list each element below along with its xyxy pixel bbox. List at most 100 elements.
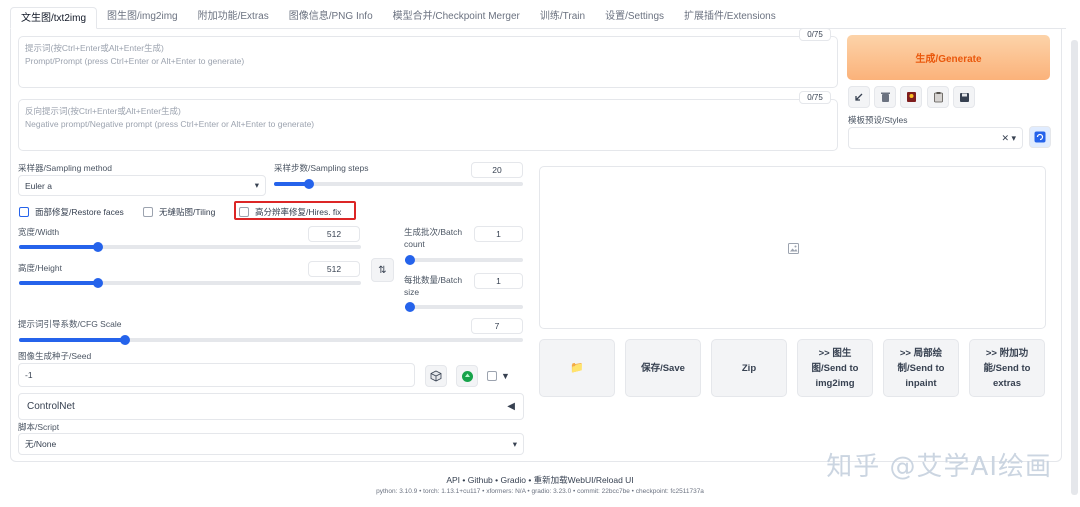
label-line: 图/Send to [811, 362, 859, 374]
open-folder-button[interactable]: 📁 [539, 339, 615, 397]
width-input[interactable]: 512 [308, 226, 360, 242]
watermark: 知乎 @艾学AI绘画 [826, 452, 1052, 482]
send-to-inpaint-label: >> 局部绘 制/Send to inpaint [898, 346, 945, 391]
extra-networks-button[interactable] [900, 86, 922, 108]
negative-prompt-input[interactable]: 反向提示词(按Ctrl+Enter或Alt+Enter生成) Negative … [18, 99, 838, 151]
tab-checkpoint-merger[interactable]: 模型合并/Checkpoint Merger [383, 6, 530, 28]
label-line: >> 附加功 [985, 347, 1029, 359]
seed-value: -1 [25, 370, 33, 380]
checkbox-box[interactable] [19, 207, 29, 217]
prompt-input[interactable]: 提示词(按Ctrl+Enter或Alt+Enter生成) Prompt/Prom… [18, 36, 838, 88]
cfg-slider-thumb[interactable] [119, 335, 130, 345]
read-params-button[interactable] [848, 86, 870, 108]
label-line: img2img [815, 377, 855, 389]
width-slider-thumb[interactable] [92, 242, 103, 252]
save-icon [959, 92, 969, 102]
tiling-label: 无缝贴图/Tiling [159, 207, 216, 217]
main-tabs: 文生图/txt2img 图生图/img2img 附加功能/Extras 图像信息… [10, 6, 1066, 29]
image-placeholder-icon [788, 243, 799, 254]
steps-slider[interactable] [274, 179, 523, 189]
tab-train[interactable]: 训练/Train [530, 6, 595, 28]
swap-dimensions-button[interactable]: ⇅ [371, 258, 394, 282]
height-slider-thumb[interactable] [92, 278, 103, 288]
cfg-slider[interactable] [19, 335, 523, 345]
collapse-arrow-icon: ◀ [507, 401, 515, 412]
width-slider-fill [19, 245, 98, 249]
label-line: 能/Send to [983, 362, 1031, 374]
save-image-button[interactable]: 保存/Save [625, 339, 701, 397]
negative-prompt-placeholder-2: Negative prompt/Negative prompt (press C… [25, 119, 315, 129]
height-input[interactable]: 512 [308, 261, 360, 277]
send-to-extras-button[interactable]: >> 附加功 能/Send to extras [969, 339, 1045, 397]
batch-size-slider[interactable] [405, 302, 523, 312]
controlnet-label: ControlNet [27, 401, 75, 412]
output-gallery [539, 166, 1046, 329]
height-slider[interactable] [19, 278, 361, 288]
card-icon [906, 92, 916, 102]
checkbox-box[interactable] [487, 371, 497, 381]
batch-count-slider-thumb[interactable] [405, 255, 415, 265]
sampler-select[interactable]: Euler a ▾ [18, 175, 266, 196]
random-seed-button[interactable] [425, 365, 447, 387]
negative-prompt-placeholder-1: 反向提示词(按Ctrl+Enter或Alt+Enter生成) [25, 106, 181, 116]
label-line: inpaint [905, 377, 937, 389]
cfg-slider-fill [19, 338, 125, 342]
styles-controls: ✕ ▾ [1001, 132, 1016, 143]
tab-settings[interactable]: 设置/Settings [595, 6, 674, 28]
generate-button[interactable]: 生成/Generate [847, 35, 1050, 80]
swap-icon: ⇅ [378, 264, 387, 276]
refresh-styles-button[interactable] [1029, 126, 1051, 148]
steps-slider-thumb[interactable] [303, 179, 314, 189]
reuse-seed-button[interactable] [456, 365, 478, 387]
cfg-input[interactable]: 7 [471, 318, 523, 334]
refresh-icon [1034, 131, 1046, 143]
batch-size-label-line1: 每批数量/Batch [404, 275, 463, 285]
script-select[interactable]: 无/None ▾ [18, 433, 524, 455]
seed-input[interactable]: -1 [18, 363, 415, 387]
sampler-label: 采样器/Sampling method [18, 163, 113, 173]
batch-count-input[interactable]: 1 [474, 226, 523, 242]
scrollbar[interactable] [1071, 40, 1078, 495]
label-line: 制/Send to [897, 362, 945, 374]
arrow-icon [855, 93, 863, 101]
styles-select[interactable]: ✕ ▾ [848, 127, 1023, 149]
clear-prompt-button[interactable] [874, 86, 896, 108]
webui-page: 文生图/txt2img 图生图/img2img 附加功能/Extras 图像信息… [0, 0, 1080, 507]
tab-txt2img[interactable]: 文生图/txt2img [10, 7, 98, 29]
send-to-img2img-button[interactable]: >> 图生 图/Send to img2img [797, 339, 873, 397]
tab-png-info[interactable]: 图像信息/PNG Info [279, 6, 383, 28]
batch-count-label: 生成批次/Batch count [404, 226, 462, 250]
negative-prompt-token-counter: 0/75 [799, 91, 831, 104]
width-slider[interactable] [19, 242, 361, 252]
prompt-placeholder-2: Prompt/Prompt (press Ctrl+Enter or Alt+E… [25, 56, 245, 66]
send-to-img2img-label: >> 图生 图/Send to img2img [812, 346, 859, 391]
send-to-inpaint-button[interactable]: >> 局部绘 制/Send to inpaint [883, 339, 959, 397]
restore-faces-checkbox[interactable]: 面部修复/Restore faces [19, 206, 124, 218]
controlnet-accordion[interactable]: ControlNet ◀ [18, 393, 524, 420]
tab-img2img[interactable]: 图生图/img2img [97, 6, 188, 28]
steps-input[interactable]: 20 [471, 162, 523, 178]
batch-count-label-line2: count [404, 239, 425, 249]
hires-fix-highlight-frame [234, 201, 356, 220]
chevron-down-icon: ▾ [512, 438, 517, 449]
chevron-down-icon: ▾ [254, 180, 259, 190]
batch-size-slider-thumb[interactable] [405, 302, 415, 312]
dice-icon [430, 370, 442, 382]
checkbox-box[interactable] [143, 207, 153, 217]
restore-faces-label: 面部修复/Restore faces [35, 207, 124, 217]
clipboard-icon [933, 92, 943, 103]
save-style-button[interactable] [953, 86, 975, 108]
apply-style-button[interactable] [927, 86, 949, 108]
height-slider-fill [19, 281, 98, 285]
tab-extras[interactable]: 附加功能/Extras [188, 6, 279, 28]
recycle-icon [461, 370, 473, 382]
label-line: >> 图生 [818, 347, 852, 359]
batch-size-input[interactable]: 1 [474, 273, 523, 289]
batch-count-slider[interactable] [405, 255, 523, 265]
tab-extensions[interactable]: 扩展插件/Extensions [674, 6, 786, 28]
zip-button[interactable]: Zip [711, 339, 787, 397]
extra-seed-checkbox[interactable]: ▼ [487, 371, 510, 381]
script-label: 脚本/Script [18, 422, 60, 432]
tiling-checkbox[interactable]: 无缝贴图/Tiling [143, 206, 215, 218]
script-value: 无/None [25, 439, 57, 449]
